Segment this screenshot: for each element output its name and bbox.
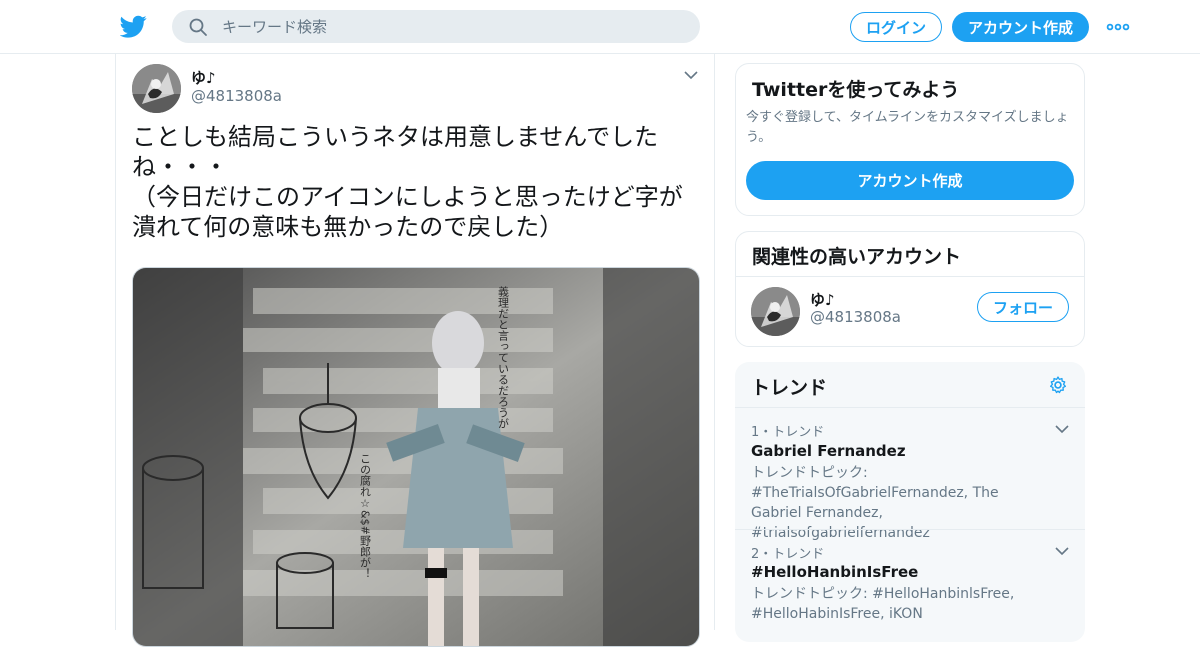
related-account-name[interactable]: ゆ♪: [810, 289, 835, 310]
photo-caption-2: この腐れ☆&$#野郎が！: [359, 453, 372, 579]
login-button[interactable]: ログイン: [850, 12, 942, 42]
trend-item[interactable]: 1・トレンド Gabriel Fernandez トレンドトピック: #TheT…: [735, 408, 1085, 541]
signup-card: Twitterを使ってみよう 今すぐ登録して、タイムラインをカスタマイズしましょ…: [735, 63, 1085, 216]
trend-name[interactable]: Gabriel Fernandez: [751, 442, 906, 460]
tweet-detail: ゆ♪ @4813808a ことしも結局こういうネタは用意しませんでした ね・・・…: [115, 54, 715, 647]
chevron-down-icon[interactable]: [1055, 424, 1069, 434]
signup-card-title: Twitterを使ってみよう: [752, 79, 960, 101]
top-navigation-bar: ログイン アカウント作成: [0, 0, 1200, 54]
avatar[interactable]: [751, 287, 800, 336]
related-accounts-title: 関連性の高いアカウント: [752, 246, 962, 268]
signup-card-description: 今すぐ登録して、タイムラインをカスタマイズしましょう。: [746, 110, 1069, 145]
trends-title: トレンド: [751, 377, 828, 399]
more-horizontal-icon[interactable]: [1106, 18, 1130, 36]
trends-card: トレンド 1・トレンド Gabriel Fernandez トレンドトピック: …: [735, 362, 1085, 642]
trend-item[interactable]: 2・トレンド #HelloHanbinIsFree トレンドトピック: #Hel…: [735, 530, 1085, 642]
photo-caption-1: 義理だと言っているだろうが: [497, 285, 510, 429]
divider: [736, 276, 1084, 277]
chevron-down-icon[interactable]: [684, 70, 698, 80]
trend-rank: 1・トレンド: [751, 425, 825, 440]
avatar[interactable]: [132, 64, 181, 113]
chevron-down-icon[interactable]: [1055, 546, 1069, 556]
search-bar[interactable]: [172, 10, 700, 43]
photo-image: 義理だと言っているだろうが この腐れ☆&$#野郎が！: [133, 268, 699, 646]
trend-rank: 2・トレンド: [751, 547, 825, 562]
create-account-button[interactable]: アカウント作成: [746, 161, 1074, 200]
tweet-photo[interactable]: 義理だと言っているだろうが この腐れ☆&$#野郎が！: [132, 267, 700, 647]
search-input[interactable]: [222, 10, 682, 43]
tweet-text: ことしも結局こういうネタは用意しませんでした ね・・・ （今日だけこのアイコンに…: [132, 123, 683, 241]
twitter-bird-icon[interactable]: [120, 13, 147, 40]
related-accounts-card: 関連性の高いアカウント ゆ♪ @4813808a フォロー: [735, 231, 1085, 347]
author-display-name[interactable]: ゆ♪: [191, 67, 216, 88]
related-account-handle[interactable]: @4813808a: [810, 308, 901, 326]
gear-icon[interactable]: [1048, 375, 1068, 395]
follow-button[interactable]: フォロー: [977, 292, 1069, 322]
avatar-image: [751, 287, 800, 336]
trend-name[interactable]: #HelloHanbinIsFree: [751, 563, 918, 581]
trend-description: トレンドトピック: #HelloHanbinlsFree, #HelloHabi…: [751, 586, 1015, 622]
signup-button[interactable]: アカウント作成: [952, 12, 1089, 42]
search-icon: [189, 18, 207, 36]
avatar-image: [132, 64, 181, 113]
author-handle[interactable]: @4813808a: [191, 87, 282, 105]
